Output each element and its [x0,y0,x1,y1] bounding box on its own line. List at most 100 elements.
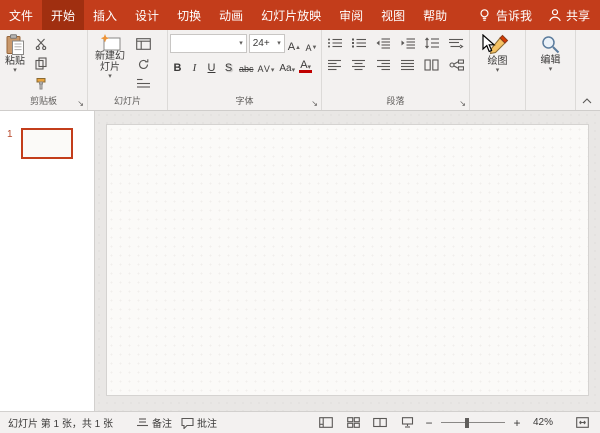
fit-slide-to-window-button[interactable] [572,414,592,432]
down-arrow-icon: ▼ [311,44,318,51]
font-group-label: 字体 [235,96,254,106]
zoom-slider-track [441,422,505,423]
align-center-icon [352,59,366,70]
font-size-value: 24+ [252,38,270,49]
columns-button[interactable] [421,56,442,73]
zoom-out-button[interactable]: − [424,416,434,430]
ribbon-tab-bar: 文件 开始 插入 设计 切换 动画 幻灯片放映 审阅 视图 帮助 告诉我 共享 [0,0,600,30]
zoom-percentage[interactable]: 42% [529,417,553,428]
tab-slideshow[interactable]: 幻灯片放映 [252,0,330,30]
line-spacing-button[interactable] [421,34,442,51]
align-left-icon [328,59,342,70]
text-shadow-button[interactable]: S [221,56,236,74]
editing-label: 编辑 [540,55,561,66]
magnifier-icon [542,36,560,54]
new-slide-button[interactable]: 新建幻灯片 ▾ [90,32,130,80]
workspace: 1 [0,111,600,411]
comments-button[interactable]: 批注 [181,415,217,430]
slide-layout-button[interactable] [132,35,154,52]
slide-canvas[interactable] [107,125,588,395]
increase-indent-icon [401,37,415,49]
tab-file[interactable]: 文件 [0,0,42,30]
font-name-combobox[interactable]: ▾ [170,34,247,53]
align-left-button[interactable] [324,56,345,73]
justify-button[interactable] [397,56,418,73]
notes-button[interactable]: 备注 [136,415,172,430]
tell-me-button[interactable]: 告诉我 [477,7,532,24]
decrease-indent-icon [376,37,391,49]
text-direction-button[interactable] [446,34,467,51]
powerpoint-window: 文件 开始 插入 设计 切换 动画 幻灯片放映 审阅 视图 帮助 告诉我 共享 [0,0,600,433]
tab-home[interactable]: 开始 [42,0,85,30]
paragraph-dialog-launcher[interactable]: ↘ [459,100,466,108]
paste-button[interactable]: 粘贴 ▾ [2,32,28,74]
shrink-font-button[interactable]: A ▼ [304,35,319,53]
increase-indent-button[interactable] [397,34,418,51]
bullets-button[interactable] [324,34,345,51]
new-slide-label: 新建幻灯片 [95,51,125,73]
tab-view[interactable]: 视图 [372,0,414,30]
copy-button[interactable] [30,55,52,72]
clipboard-dialog-launcher[interactable]: ↘ [77,100,84,108]
tell-me-label: 告诉我 [495,8,532,23]
italic-label: I [192,62,197,74]
normal-view-button[interactable] [316,414,336,432]
slide-sorter-icon [346,417,360,428]
share-button[interactable]: 共享 [548,7,590,24]
align-right-button[interactable] [373,56,394,73]
strikethrough-label: abc [239,64,254,74]
tab-transitions[interactable]: 切换 [168,0,210,30]
font-color-button[interactable]: A ▾ [298,56,313,74]
grow-font-button[interactable]: A ▲ [287,35,302,53]
tab-help[interactable]: 帮助 [414,0,456,30]
numbering-icon [351,38,366,47]
font-size-combobox[interactable]: 24+ ▾ [248,34,285,53]
zoom-in-button[interactable]: + [512,416,522,430]
strikethrough-button[interactable]: abc [238,56,255,74]
bullets-icon [327,38,342,47]
slide-thumbnail[interactable] [21,128,73,159]
zoom-slider[interactable] [441,417,505,429]
convert-to-smartart-button[interactable] [446,56,467,73]
char-spacing-label: AV [257,64,271,74]
tab-design[interactable]: 设计 [126,0,168,30]
slides-group: 新建幻灯片 ▾ 幻灯片 [88,30,168,110]
cut-button[interactable] [30,35,52,52]
change-case-button[interactable]: Aa ▾ [278,56,296,74]
font-color-swatch [299,70,313,73]
format-painter-button[interactable] [30,75,52,92]
shadow-label: S [224,62,233,74]
smartart-icon [449,58,464,71]
font-dialog-launcher[interactable]: ↘ [311,100,318,108]
justify-icon [401,59,415,70]
collapse-ribbon-button[interactable] [582,93,592,107]
status-bar: 幻灯片 第 1 张，共 1 张 备注 批注 − + 42% [0,411,600,433]
reading-view-button[interactable] [370,414,390,432]
bold-button[interactable]: B [170,56,185,74]
copy-icon [35,57,47,70]
numbering-button[interactable] [348,34,369,51]
slide-sorter-view-button[interactable] [343,414,363,432]
zoom-slider-thumb[interactable] [465,417,469,428]
slideshow-view-button[interactable] [397,414,417,432]
character-spacing-button[interactable]: AV ▾ [257,56,277,74]
grow-font-label: A [287,40,296,53]
align-center-button[interactable] [348,56,369,73]
italic-button[interactable]: I [187,56,202,74]
tab-insert[interactable]: 插入 [84,0,126,30]
tab-animations[interactable]: 动画 [210,0,252,30]
slides-group-label: 幻灯片 [113,96,141,106]
underline-button[interactable]: U [204,56,219,74]
slide-layout-icon [135,37,151,50]
decrease-indent-button[interactable] [373,34,394,51]
reset-slide-button[interactable] [132,55,154,72]
drawing-label: 绘图 [487,56,508,67]
menubar-right: 告诉我 共享 [477,0,600,30]
tab-review[interactable]: 审阅 [330,0,372,30]
chevron-up-icon [582,98,592,104]
section-button[interactable] [132,75,154,92]
editing-button[interactable]: 编辑 ▾ [537,32,564,73]
drawing-button[interactable]: 绘图 ▾ [484,32,512,74]
dropdown-caret-icon: ▾ [277,40,281,47]
up-arrow-icon: ▲ [295,44,301,51]
